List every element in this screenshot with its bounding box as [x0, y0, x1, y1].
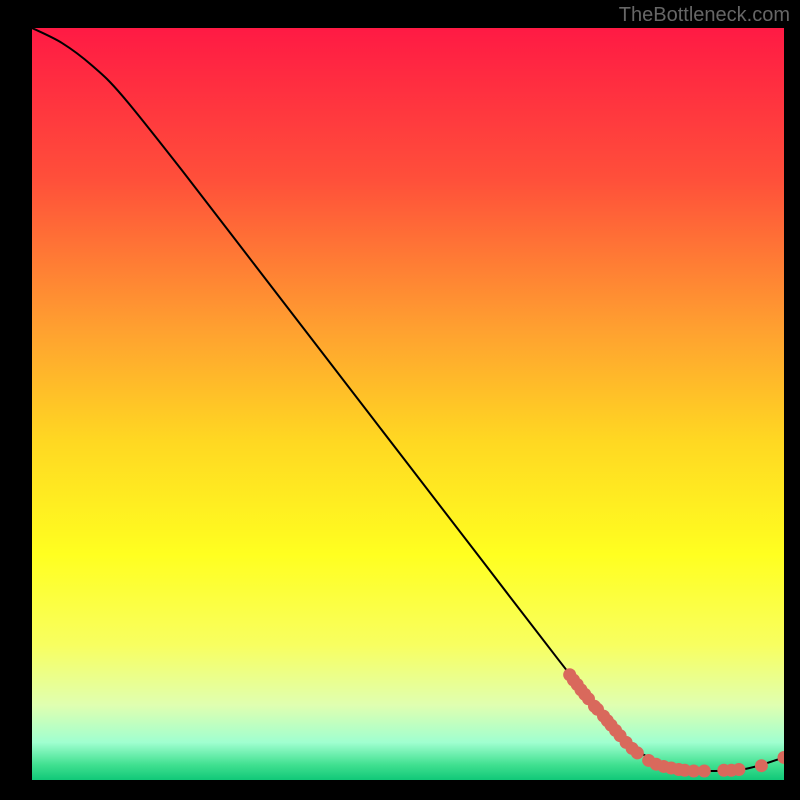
data-marker [631, 746, 644, 759]
chart-svg [32, 28, 784, 780]
watermark-text: TheBottleneck.com [619, 4, 790, 27]
chart-plot-area [32, 28, 784, 780]
data-marker [732, 763, 745, 776]
data-marker [755, 759, 768, 772]
data-marker [698, 764, 711, 777]
chart-background [32, 28, 784, 780]
